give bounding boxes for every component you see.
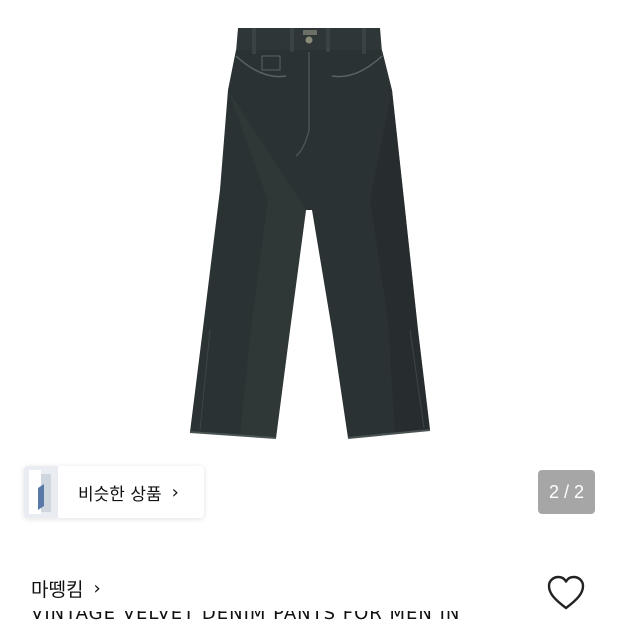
brand-name: 마뗑킴 <box>31 578 84 601</box>
wishlist-button[interactable] <box>546 574 586 612</box>
product-title: VINTAGE VELVET DENIM PANTS FOR MEN IN <box>31 611 591 620</box>
page-counter-text: 2 / 2 <box>548 481 585 502</box>
heart-outline-icon <box>547 575 585 610</box>
product-title-text: VINTAGE VELVET DENIM PANTS FOR MEN IN <box>31 611 591 620</box>
chevron-right-icon: › <box>93 577 101 599</box>
similar-products-label: 비슷한 상품 <box>78 484 162 505</box>
chevron-right-icon: › <box>171 481 179 503</box>
similar-product-thumbnail <box>24 466 58 518</box>
denim-pants-illustration <box>189 28 431 439</box>
product-image[interactable] <box>0 0 620 460</box>
image-page-counter: 2 / 2 <box>538 470 595 514</box>
brand-link[interactable]: 마뗑킴 › <box>31 574 101 602</box>
similar-products-button[interactable]: 비슷한 상품 › <box>24 466 204 518</box>
